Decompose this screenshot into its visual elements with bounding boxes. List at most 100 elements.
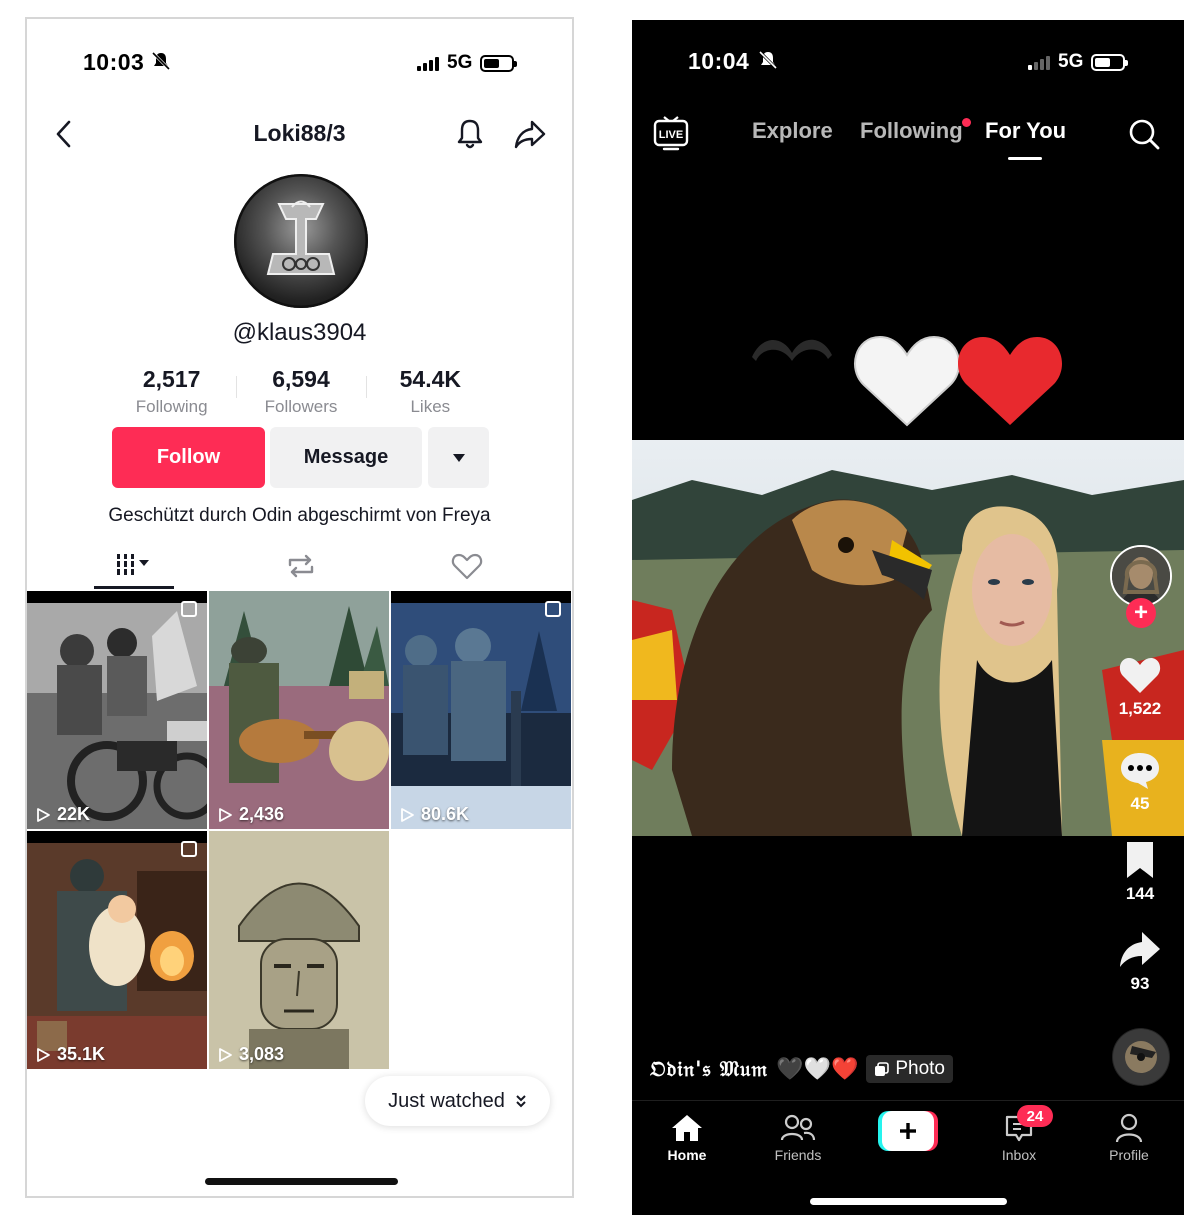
- page-title: Loki88/3: [253, 120, 346, 146]
- tab-following[interactable]: Following: [860, 118, 963, 144]
- signal-icon: [417, 55, 439, 71]
- profile-content-tabs: [27, 543, 572, 589]
- soldier-sketch-image: [209, 831, 389, 1069]
- photo-stack-icon: [875, 1062, 890, 1076]
- photo-mode-badge[interactable]: Photo: [866, 1055, 953, 1083]
- profile-bio: Geschützt durch Odin abgeschirmt von Fre…: [108, 505, 491, 526]
- status-time: 10:03: [83, 49, 145, 75]
- heart-emojis-overlay: [752, 325, 1072, 435]
- share-action[interactable]: 93: [1104, 930, 1176, 994]
- stat-value: 54.4K: [399, 366, 461, 392]
- nav-label: Friends: [774, 1147, 822, 1163]
- stat-followers[interactable]: 6,594 Followers: [236, 366, 365, 417]
- view-count-value: 22K: [57, 804, 91, 824]
- grid-bars-icon: [117, 553, 149, 575]
- red-heart-shape: [957, 337, 1063, 425]
- create-button[interactable]: [878, 1111, 938, 1151]
- skeleton-soldiers-image: [391, 591, 571, 829]
- status-time: 10:04: [688, 48, 750, 74]
- view-count-value: 35.1K: [57, 1044, 106, 1064]
- nav-label: Inbox: [1001, 1147, 1037, 1163]
- notification-bell-icon[interactable]: [452, 114, 488, 154]
- video-thumbnail[interactable]: 80.6K: [391, 591, 571, 829]
- stat-label: Following: [135, 397, 208, 416]
- caret-down-icon: [452, 453, 465, 462]
- follow-button[interactable]: Follow: [112, 427, 265, 488]
- nav-label: Profile: [1109, 1147, 1149, 1163]
- friends-icon: [780, 1114, 816, 1141]
- stat-following[interactable]: 2,517 Following: [107, 366, 236, 417]
- play-outline-icon: [219, 807, 232, 822]
- comment-bubble-icon: [1121, 753, 1159, 789]
- photo-label: Photo: [895, 1058, 945, 1079]
- view-count-value: 2,436: [239, 804, 285, 824]
- nav-home[interactable]: Home: [642, 1113, 732, 1163]
- just-watched-button[interactable]: Just watched: [365, 1076, 550, 1126]
- message-button[interactable]: Message: [270, 427, 422, 488]
- multi-photo-icon: [181, 841, 197, 857]
- silent-bell-icon: [758, 50, 778, 75]
- comment-action[interactable]: 45: [1104, 750, 1176, 814]
- view-count: 3,083: [217, 1044, 284, 1065]
- share-arrow-icon[interactable]: [512, 114, 548, 154]
- plus-icon: [878, 1111, 938, 1151]
- caption-hearts: 🖤🤍❤️: [776, 1056, 859, 1081]
- share-arrow-icon: [1120, 932, 1160, 967]
- view-count-value: 3,083: [239, 1044, 285, 1064]
- home-indicator[interactable]: [810, 1198, 1007, 1205]
- stat-likes[interactable]: 54.4K Likes: [365, 366, 495, 417]
- profile-handle: @klaus3904: [232, 319, 367, 346]
- play-outline-icon: [37, 1047, 50, 1062]
- follow-plus-icon[interactable]: +: [1126, 598, 1156, 628]
- tab-for-you[interactable]: For You: [985, 118, 1066, 144]
- heart-outline-icon: [451, 553, 483, 580]
- video-thumbnail[interactable]: 2,436: [209, 591, 389, 829]
- bottom-navigation: Home Friends Inbox 24 Profile: [632, 1100, 1184, 1180]
- nav-profile[interactable]: Profile: [1084, 1113, 1174, 1163]
- tab-reposts[interactable]: [261, 543, 341, 589]
- white-heart-shape: [854, 335, 960, 427]
- view-count: 22K: [35, 804, 90, 825]
- video-thumbnail[interactable]: 3,083: [209, 831, 389, 1069]
- live-tv-icon[interactable]: LIVE: [652, 115, 690, 153]
- feed-top-nav: LIVE Explore Following For You: [632, 115, 1184, 185]
- bw-soldiers-image: [27, 591, 207, 829]
- home-indicator[interactable]: [205, 1178, 398, 1185]
- network-label: 5G: [1058, 51, 1084, 72]
- comment-count: 45: [1130, 794, 1150, 813]
- search-icon[interactable]: [1126, 115, 1162, 153]
- thor-hammer-image: [234, 174, 368, 308]
- tab-liked[interactable]: [427, 543, 507, 589]
- battery-icon: [480, 54, 518, 72]
- save-action[interactable]: 144: [1104, 840, 1176, 904]
- profile-header: Loki88/3: [27, 114, 572, 154]
- for-you-feed-screen: 10:04 5G LIVE Explore Following For You …: [632, 20, 1184, 1215]
- inbox-count-badge: 24: [1017, 1105, 1053, 1127]
- nav-friends[interactable]: Friends: [753, 1113, 843, 1163]
- profile-avatar[interactable]: [234, 174, 368, 308]
- heart-icon: [1119, 658, 1161, 693]
- tab-videos[interactable]: [94, 543, 174, 589]
- video-thumbnail[interactable]: 35.1K: [27, 831, 207, 1069]
- creator-name[interactable]: 𝔒𝔡𝔦𝔫'𝔰 𝔐𝔲𝔪: [650, 1056, 768, 1082]
- stat-value: 2,517: [142, 366, 201, 392]
- just-watched-label: Just watched: [388, 1089, 505, 1112]
- play-outline-icon: [37, 807, 50, 822]
- battery-icon: [1091, 53, 1129, 71]
- new-content-dot: [962, 118, 971, 127]
- multi-photo-icon: [181, 601, 197, 617]
- signal-icon: [1028, 54, 1050, 70]
- view-count-value: 80.6K: [421, 804, 470, 824]
- music-disc-icon[interactable]: [1112, 1028, 1170, 1086]
- like-action[interactable]: 1,522: [1104, 655, 1176, 719]
- video-thumbnail[interactable]: 22K: [27, 591, 207, 829]
- suggested-accounts-button[interactable]: [428, 427, 489, 488]
- view-count: 35.1K: [35, 1044, 105, 1065]
- post-photo[interactable]: [632, 440, 1184, 836]
- like-count: 1,522: [1118, 699, 1162, 718]
- multi-photo-icon: [545, 601, 561, 617]
- tab-explore[interactable]: Explore: [752, 118, 833, 144]
- soldier-guitar-image: [209, 591, 389, 829]
- status-right: 5G: [417, 52, 518, 74]
- network-label: 5G: [447, 52, 473, 73]
